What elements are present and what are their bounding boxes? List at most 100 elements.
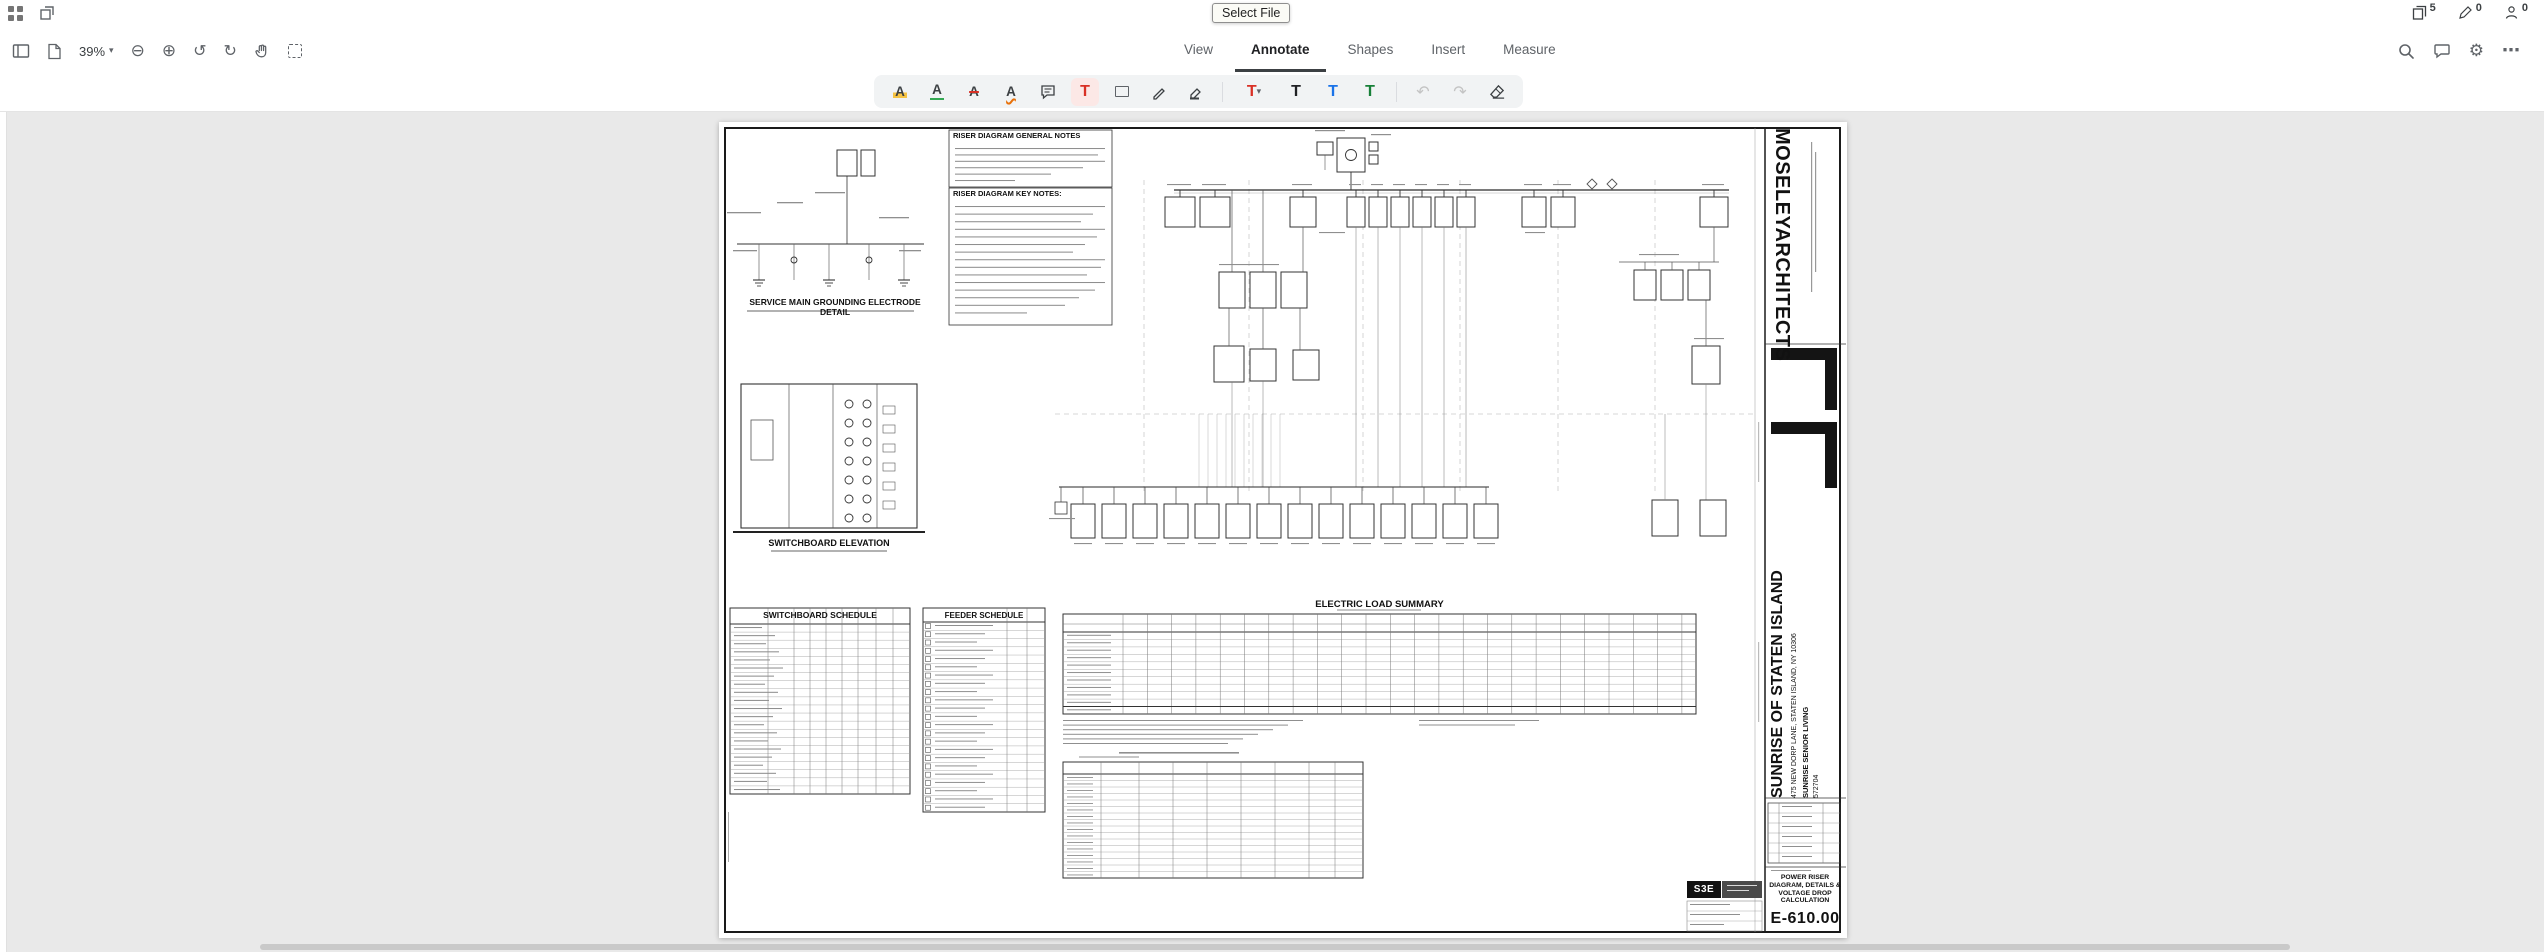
marker-icon [1190, 87, 1201, 99]
side-panel-icon [12, 44, 30, 58]
text-green-icon: T [1365, 82, 1375, 100]
page-thumbnails-button[interactable] [47, 43, 62, 60]
sticky-note-tool[interactable] [1034, 78, 1062, 106]
top-strip: Select File 5 0 0 [0, 0, 2544, 30]
sheet-number: E-610.00 [1770, 910, 1840, 927]
zoom-value: 39% [79, 43, 106, 59]
rotate-clockwise-button[interactable]: ↻ [223, 43, 236, 59]
engineer-logo: S3E [1687, 881, 1721, 898]
text-blue-icon: T [1328, 82, 1338, 100]
horizontal-scrollbar-thumb[interactable] [260, 944, 2290, 950]
engineer-info-block [1722, 881, 1762, 898]
more-options-button[interactable]: ⋯ [2502, 42, 2520, 60]
text-preset-green[interactable]: T [1356, 78, 1384, 106]
hand-icon [255, 43, 267, 57]
tab-insert[interactable]: Insert [1415, 30, 1481, 72]
tools-row: A A A A T T ▾ T T T ↶ ↷ [0, 72, 2544, 112]
elevation-title: SWITCHBOARD ELEVATION [768, 538, 890, 548]
project-name: SUNRISE OF STATEN ISLAND [1769, 570, 1786, 798]
zoom-out-button[interactable]: ⊖ [131, 42, 145, 60]
annotate-tool-group: A A A A T T ▾ T T T ↶ ↷ [874, 75, 1523, 108]
strikeout-text-tool[interactable]: A [960, 78, 988, 106]
apps-grid-icon [8, 5, 23, 21]
eraser-tool[interactable] [1483, 78, 1511, 106]
main-toolbar: 39% ▾ ⊖ ⊕ ↺ ↻ View Annotate Shapes Inser… [0, 30, 2544, 72]
pen-icon [2458, 6, 2472, 19]
page-count-value: 5 [2429, 2, 2436, 14]
grounding-detail-title: SERVICE MAIN GROUNDING ELECTRODE DETAIL [749, 297, 921, 317]
project-address: 475 NEW DORP LANE, STATEN ISLAND, NY 103… [1791, 633, 1798, 798]
app-window: Select File 5 0 0 39% ▾ ⊖ ⊕ ↺ ↻ View Ann… [0, 0, 2544, 952]
apps-menu-button[interactable] [8, 5, 23, 21]
general-notes-title: RISER DIAGRAM GENERAL NOTES [953, 131, 1081, 140]
person-icon [2505, 6, 2517, 19]
highlight-icon: A [893, 83, 907, 99]
note-icon [1041, 84, 1055, 99]
text-black-icon: T [1291, 82, 1301, 100]
ribbon-tabs: View Annotate Shapes Insert Measure [1168, 30, 1572, 72]
divider [1222, 81, 1223, 102]
chevron-down-icon: ▾ [1256, 86, 1262, 97]
chevron-down-icon: ▾ [109, 46, 114, 56]
header: Select File 5 0 0 39% ▾ ⊖ ⊕ ↺ ↻ View Ann… [0, 0, 2544, 112]
settings-button[interactable]: ⚙ [2469, 42, 2484, 60]
status-badges: 5 0 0 [2412, 2, 2528, 20]
tab-annotate[interactable]: Annotate [1235, 30, 1326, 72]
tab-view[interactable]: View [1168, 30, 1229, 72]
rectangle-icon [1115, 86, 1129, 97]
load-summary-title: ELECTRIC LOAD SUMMARY [1315, 599, 1444, 610]
comment-icon [2434, 44, 2450, 59]
zoom-in-button[interactable]: ⊕ [162, 42, 176, 60]
pan-tool-button[interactable] [254, 43, 271, 60]
squiggly-text-tool[interactable]: A [997, 78, 1025, 106]
switchboard-schedule-title: SWITCHBOARD SCHEDULE [763, 610, 877, 620]
key-notes-title: RISER DIAGRAM KEY NOTES: [953, 189, 1062, 198]
squiggly-icon: A [1006, 83, 1016, 99]
free-text-icon: T [1080, 82, 1090, 100]
architect-logo-text: MOSELEYARCHITECTS [1771, 128, 1793, 362]
zoom-control[interactable]: 39% ▾ [79, 44, 114, 59]
annotation-count-badge[interactable]: 0 [2458, 2, 2482, 20]
rotate-counterclockwise-button[interactable]: ↺ [193, 43, 206, 59]
pages-icon [2412, 5, 2426, 20]
redo-button[interactable]: ↷ [1446, 78, 1474, 106]
text-preset-red[interactable]: T ▾ [1235, 78, 1273, 106]
text-preset-black[interactable]: T [1282, 78, 1310, 106]
highlight-text-tool[interactable]: A [886, 78, 914, 106]
drawing-sheet[interactable]: RISER DIAGRAM GENERAL NOTES RISER DIAGRA… [719, 122, 1847, 938]
free-text-tool-selected[interactable]: T [1071, 77, 1099, 106]
comments-panel-button[interactable] [2433, 42, 2451, 60]
feeder-schedule-title: FEEDER SCHEDULE [944, 611, 1024, 620]
tab-measure[interactable]: Measure [1487, 30, 1572, 72]
annotation-count-value: 0 [2475, 2, 2482, 14]
underline-text-tool[interactable]: A [923, 78, 951, 106]
rectangle-tool[interactable] [1108, 78, 1136, 106]
popout-icon [40, 6, 54, 20]
document-icon [48, 43, 61, 59]
text-red-icon: T [1246, 82, 1257, 100]
collapsed-left-panel[interactable] [0, 112, 7, 952]
strikeout-icon: A [969, 83, 979, 99]
sheet-title: POWER RISER DIAGRAM, DETAILS & VOLTAGE D… [1769, 874, 1841, 905]
freehand-highlight-tool[interactable] [1182, 78, 1210, 106]
popout-button[interactable] [39, 5, 55, 21]
tab-shapes[interactable]: Shapes [1332, 30, 1410, 72]
undo-button[interactable]: ↶ [1409, 78, 1437, 106]
select-file-tooltip: Select File [1212, 3, 1291, 23]
freehand-tool[interactable] [1145, 78, 1173, 106]
project-number: 572704 [1813, 774, 1820, 798]
search-icon [2398, 44, 2414, 59]
select-area-button[interactable] [287, 44, 302, 58]
search-button[interactable] [2397, 42, 2415, 60]
page-count-badge[interactable]: 5 [2412, 2, 2436, 20]
document-canvas[interactable]: RISER DIAGRAM GENERAL NOTES RISER DIAGRA… [0, 112, 2544, 952]
presence-count-value: 0 [2521, 2, 2528, 14]
presence-badge[interactable]: 0 [2504, 2, 2528, 20]
text-preset-blue[interactable]: T [1319, 78, 1347, 106]
underline-icon: A [930, 83, 944, 100]
left-panel-toggle-button[interactable] [12, 42, 30, 60]
sheet-linework [724, 127, 1846, 933]
marquee-icon [287, 44, 302, 58]
eraser-icon [1489, 84, 1504, 99]
divider [1396, 81, 1397, 102]
